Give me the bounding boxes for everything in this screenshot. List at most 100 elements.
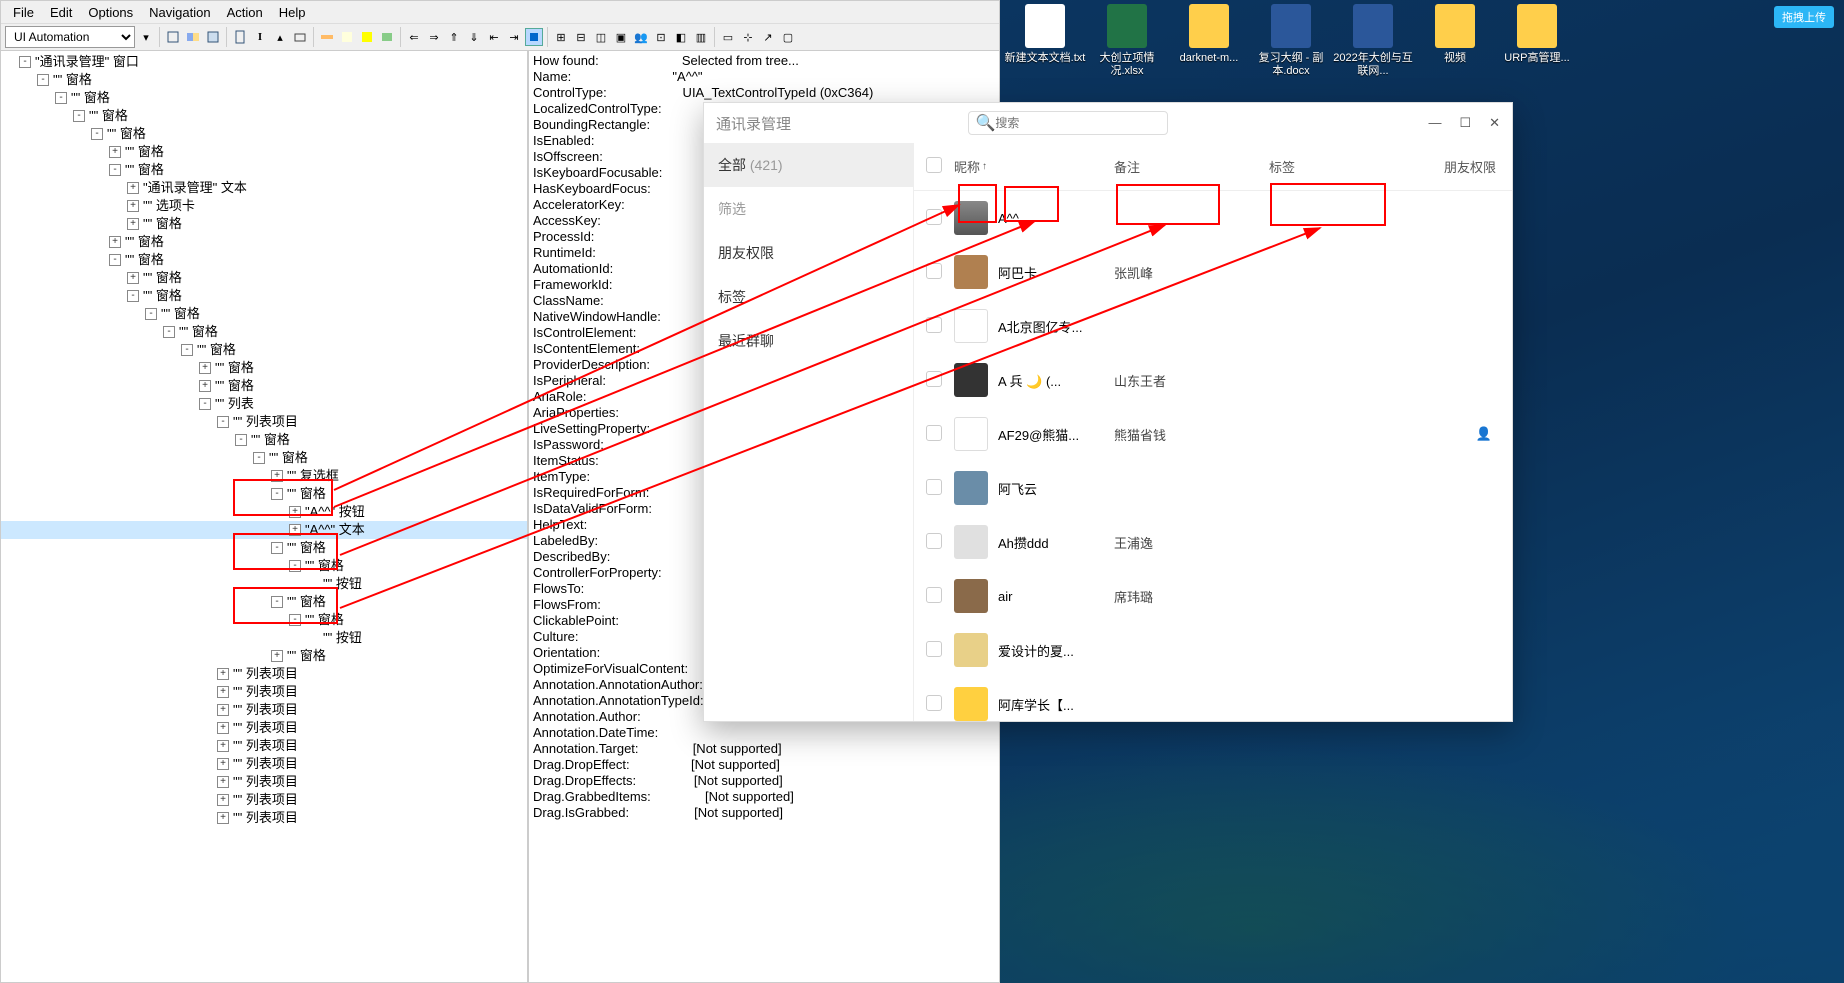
tree-node[interactable]: -"" 窗格 [1,71,527,89]
minimize-button[interactable]: — [1428,115,1441,131]
desktop-file-icon[interactable]: 2022年大创与互联网... [1332,2,1414,118]
menu-file[interactable]: File [5,3,42,22]
collapse-icon[interactable]: - [91,128,103,140]
people-icon[interactable]: 👥 [632,28,650,46]
row-checkbox[interactable] [926,209,942,225]
avatar[interactable] [954,255,988,289]
expand-icon[interactable]: + [217,668,229,680]
menu-action[interactable]: Action [219,3,271,22]
tree-node[interactable]: -"通讯录管理" 窗口 [1,53,527,71]
tree-node[interactable]: +"A^^" 按钮 [1,503,527,521]
collapse-icon[interactable]: - [271,488,283,500]
tree-node[interactable]: -"" 窗格 [1,593,527,611]
tree-icon-5[interactable]: ⊡ [652,28,670,46]
expand-icon[interactable]: + [127,182,139,194]
collapse-icon[interactable]: - [37,74,49,86]
desktop-file-icon[interactable]: darknet-m... [1168,2,1250,118]
tree-node[interactable]: -"" 窗格 [1,251,527,269]
tree-node[interactable]: +"" 窗格 [1,269,527,287]
tool-icon-2[interactable] [184,28,202,46]
contact-row[interactable]: Ah攒ddd 王浦逸 [914,515,1512,569]
toolbar[interactable]: UI Automation ▾ I ▴ ⇐ ⇒ ⇑ ⇓ ⇤ ⇥ ⊞ ⊟ ◫ ▣ … [1,23,999,51]
collapse-icon[interactable]: - [109,254,121,266]
maximize-button[interactable]: ☐ [1459,115,1471,131]
sidebar-item[interactable]: 全部 (421) [704,143,913,187]
tree-node[interactable]: -"" 窗格 [1,485,527,503]
row-checkbox[interactable] [926,641,942,657]
collapse-icon[interactable]: - [235,434,247,446]
tree-node[interactable]: +"" 窗格 [1,215,527,233]
expand-icon[interactable]: + [199,362,211,374]
collapse-icon[interactable]: - [145,308,157,320]
column-nickname[interactable]: 昵称↑ [954,157,1114,176]
tree-node[interactable]: +"" 选项卡 [1,197,527,215]
collapse-icon[interactable]: - [199,398,211,410]
contact-row[interactable]: 阿库学长【... [914,677,1512,721]
expand-icon[interactable]: + [127,200,139,212]
avatar[interactable] [954,633,988,667]
contact-row[interactable]: 阿飞云 [914,461,1512,515]
tree-node[interactable]: -"" 窗格 [1,539,527,557]
row-checkbox[interactable] [926,587,942,603]
tree-node[interactable]: -"" 窗格 [1,287,527,305]
tree-node[interactable]: -"" 窗格 [1,107,527,125]
tree-icon-4[interactable]: ▣ [612,28,630,46]
contact-row[interactable]: air 席玮璐 [914,569,1512,623]
contacts-list[interactable]: A^^ 阿巴卡 张凯峰 A北京图亿专... A 兵 🌙 (... 山东王者 AF… [914,191,1512,721]
row-checkbox[interactable] [926,479,942,495]
tool-icon-6[interactable] [318,28,336,46]
tool-active-icon[interactable] [525,28,543,46]
collapse-icon[interactable]: - [181,344,193,356]
tree-node[interactable]: -"" 窗格 [1,305,527,323]
contact-row[interactable]: A北京图亿专... [914,299,1512,353]
search-input-wrap[interactable]: 🔍 [968,111,1168,135]
avatar[interactable] [954,417,988,451]
tree-node[interactable]: +"" 窗格 [1,647,527,665]
sidebar-item[interactable]: 标签 [704,275,913,319]
expand-icon[interactable]: + [217,686,229,698]
desktop-file-icon[interactable]: URP高管理... [1496,2,1578,118]
nav-first-icon[interactable]: ⇤ [485,28,503,46]
sidebar-item[interactable]: 筛选 [704,187,913,231]
tool-highlight-icon[interactable] [358,28,376,46]
tree-icon-2[interactable]: ⊟ [572,28,590,46]
misc-icon-4[interactable]: ▢ [779,28,797,46]
nav-right-icon[interactable]: ⇒ [425,28,443,46]
collapse-icon[interactable]: - [289,560,301,572]
tree-node[interactable]: +"" 窗格 [1,143,527,161]
contact-row[interactable]: A 兵 🌙 (... 山东王者 [914,353,1512,407]
expand-icon[interactable]: + [127,272,139,284]
contact-row[interactable]: AF29@熊猫... 熊猫省钱 👤 [914,407,1512,461]
tree-node[interactable]: -"" 窗格 [1,431,527,449]
menubar[interactable]: FileEditOptionsNavigationActionHelp [1,1,999,23]
expand-icon[interactable]: + [217,722,229,734]
tree-node[interactable]: +"" 列表项目 [1,701,527,719]
misc-icon-2[interactable]: ⊹ [739,28,757,46]
tree-node[interactable]: +"" 列表项目 [1,683,527,701]
tree-node[interactable]: -"" 窗格 [1,557,527,575]
tree-node[interactable]: "" 按钮 [1,629,527,647]
column-tag[interactable]: 标签 [1269,157,1429,176]
tree-icon-3[interactable]: ◫ [592,28,610,46]
tree-icon-7[interactable]: ▥ [692,28,710,46]
row-checkbox[interactable] [926,371,942,387]
row-checkbox[interactable] [926,425,942,441]
contact-row[interactable]: 爱设计的夏... [914,623,1512,677]
tree-node[interactable]: -"" 窗格 [1,89,527,107]
desktop-file-icon[interactable]: 复习大纲 - 副本.docx [1250,2,1332,118]
row-checkbox[interactable] [926,263,942,279]
tree-node[interactable]: +"" 列表项目 [1,719,527,737]
tree-node[interactable]: -"" 窗格 [1,125,527,143]
tree-node[interactable]: +"" 窗格 [1,359,527,377]
tree-icon-6[interactable]: ◧ [672,28,690,46]
expand-icon[interactable]: + [217,740,229,752]
tree-node[interactable]: +"" 列表项目 [1,737,527,755]
avatar[interactable] [954,687,988,721]
collapse-icon[interactable]: - [73,110,85,122]
expand-icon[interactable]: + [217,776,229,788]
column-remark[interactable]: 备注 [1114,157,1269,176]
tool-icon-7[interactable] [338,28,356,46]
tree-node[interactable]: +"" 列表项目 [1,809,527,827]
avatar[interactable] [954,201,988,235]
tree-node[interactable]: -"" 窗格 [1,449,527,467]
